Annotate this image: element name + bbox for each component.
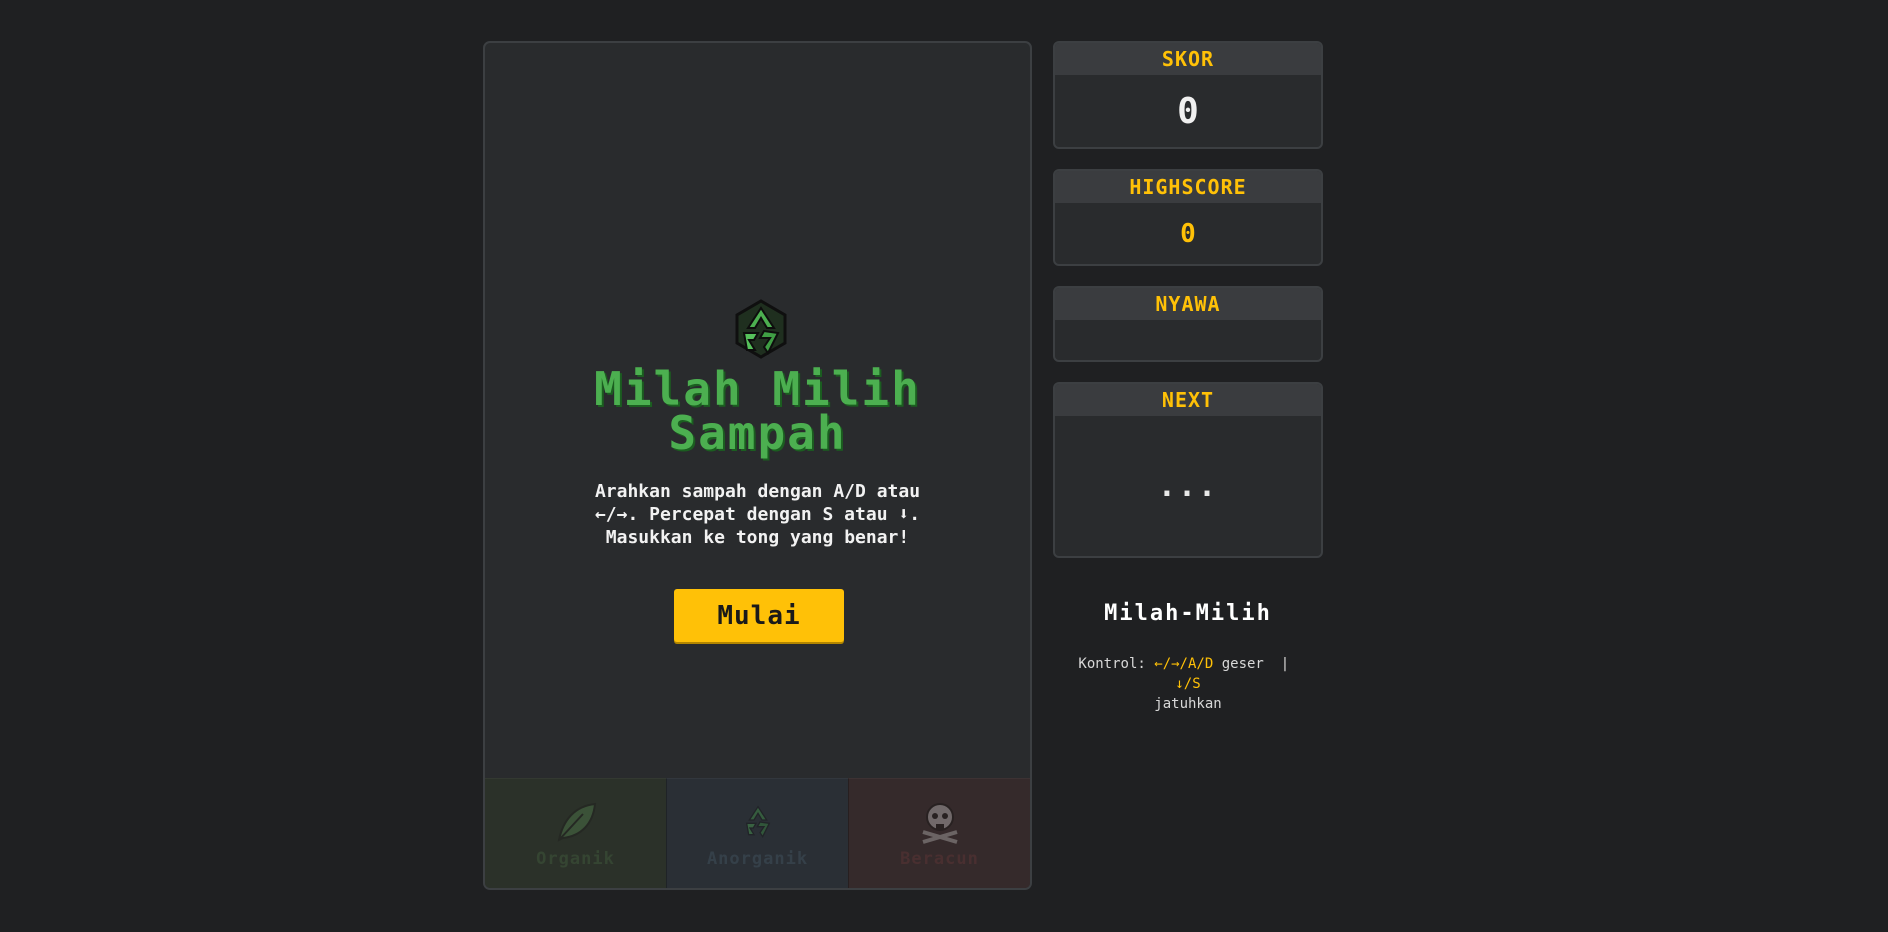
instructions-line1: Arahkan sampah dengan A/D atau: [594, 481, 921, 502]
instructions-text: Arahkan sampah dengan A/D atau ←/→. Perc…: [525, 480, 990, 549]
app-name: Milah-Milih: [1104, 601, 1272, 626]
bin-anorganik: Anorganik: [666, 778, 848, 888]
controls-help: Kontrol: ←/→/A/D geser | ↓/S jatuhkan: [1063, 654, 1313, 714]
instructions-line3: Masukkan ke tong yang benar!: [605, 527, 910, 548]
lives-panel: NYAWA: [1053, 286, 1323, 362]
skull-icon: [915, 799, 965, 845]
controls-move-keys: ←/→/A/D: [1154, 656, 1214, 672]
leaf-icon: [551, 799, 601, 845]
next-label: NEXT: [1055, 384, 1321, 416]
bin-organik: Organik: [485, 778, 666, 888]
bin-row: Organik Anorganik Beracun: [485, 778, 1030, 888]
bin-beracun-label: Beracun: [900, 849, 979, 869]
recycle-icon: [733, 799, 783, 845]
controls-drop-text: jatuhkan: [1154, 696, 1222, 712]
score-panel: SKOR 0: [1053, 41, 1323, 149]
game-title: Milah Milih Sampah: [485, 362, 1030, 460]
controls-drop-keys: ↓/S: [1175, 676, 1201, 692]
next-value: ...: [1157, 468, 1219, 504]
bin-beracun: Beracun: [848, 778, 1030, 888]
game-board: Milah Milih Sampah Arahkan sampah dengan…: [483, 41, 1032, 890]
score-label: SKOR: [1055, 43, 1321, 75]
bin-organik-label: Organik: [536, 849, 615, 869]
game-title-line2: Sampah: [668, 406, 847, 460]
controls-separator: |: [1280, 656, 1290, 672]
lives-label: NYAWA: [1055, 288, 1321, 320]
score-value: 0: [1177, 90, 1199, 132]
start-button[interactable]: Mulai: [674, 589, 844, 642]
controls-prefix: Kontrol:: [1078, 656, 1146, 672]
game-title-line1: Milah Milih: [594, 362, 921, 416]
highscore-panel: HIGHSCORE 0: [1053, 169, 1323, 266]
next-panel: NEXT ...: [1053, 382, 1323, 558]
highscore-value: 0: [1180, 218, 1196, 249]
recycle-icon: [728, 298, 794, 364]
start-overlay: Milah Milih Sampah Arahkan sampah dengan…: [485, 43, 1030, 888]
highscore-label: HIGHSCORE: [1055, 171, 1321, 203]
bin-anorganik-label: Anorganik: [706, 849, 809, 869]
instructions-line2: ←/→. Percepat dengan S atau ⬇.: [594, 504, 921, 525]
controls-move-text: geser: [1221, 656, 1264, 672]
